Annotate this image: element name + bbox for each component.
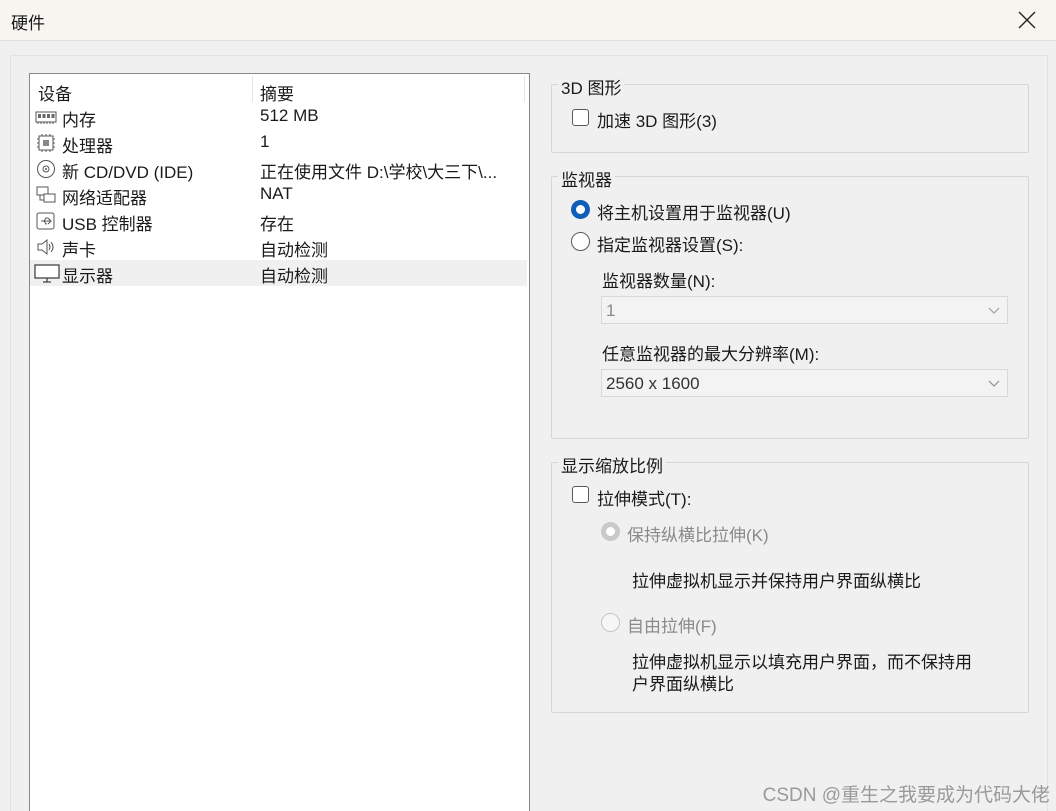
keep-aspect-label[interactable]: 保持纵横比拉伸(K) bbox=[627, 521, 769, 546]
device-row-processor[interactable]: 处理器 1 bbox=[30, 130, 527, 156]
device-summary: 自动检测 bbox=[260, 241, 328, 260]
close-button[interactable] bbox=[998, 0, 1056, 40]
processor-icon bbox=[37, 134, 55, 152]
stretch-mode-label[interactable]: 拉伸模式(T): bbox=[597, 485, 691, 510]
memory-icon bbox=[35, 111, 57, 124]
group-legend: 显示缩放比例 bbox=[558, 452, 666, 477]
speaker-icon bbox=[37, 238, 54, 256]
free-stretch-label[interactable]: 自由拉伸(F) bbox=[627, 612, 717, 637]
device-summary: 512 MB bbox=[260, 106, 319, 125]
device-list[interactable]: 设备 摘要 内存 512 MB 处理器 1 新 CD/DVD (IDE) 正在使… bbox=[29, 73, 530, 811]
monitor-count-value: 1 bbox=[606, 301, 616, 320]
group-legend: 3D 图形 bbox=[558, 74, 625, 99]
device-summary: 1 bbox=[260, 132, 270, 151]
device-name: 内存 bbox=[62, 111, 96, 130]
use-host-monitor-label[interactable]: 将主机设置用于监视器(U) bbox=[597, 199, 791, 224]
device-row-network-adapter[interactable]: 网络适配器 NAT bbox=[30, 182, 527, 208]
device-row-memory[interactable]: 内存 512 MB bbox=[30, 104, 527, 130]
max-resolution-value: 2560 x 1600 bbox=[606, 374, 700, 393]
accelerate-3d-checkbox[interactable] bbox=[572, 109, 589, 126]
close-icon bbox=[1018, 11, 1036, 29]
column-header-summary[interactable]: 摘要 bbox=[260, 80, 294, 105]
max-resolution-select[interactable]: 2560 x 1600 bbox=[601, 369, 1008, 397]
cd-dvd-icon bbox=[37, 160, 55, 178]
device-summary: 存在 bbox=[260, 215, 294, 234]
device-row-sound-card[interactable]: 声卡 自动检测 bbox=[30, 234, 527, 260]
title-bar: 硬件 bbox=[0, 0, 1056, 41]
column-divider[interactable] bbox=[524, 76, 525, 102]
device-name: 显示器 bbox=[62, 267, 113, 286]
watermark: CSDN @重生之我要成为代码大佬 bbox=[762, 785, 1050, 806]
device-name: 声卡 bbox=[62, 241, 96, 260]
device-list-header: 设备 摘要 bbox=[30, 74, 529, 104]
group-legend: 监视器 bbox=[558, 166, 615, 191]
free-stretch-radio[interactable] bbox=[601, 613, 620, 632]
device-row-usb[interactable]: USB 控制器 存在 bbox=[30, 208, 527, 234]
device-name: 处理器 bbox=[62, 137, 113, 156]
column-header-device[interactable]: 设备 bbox=[38, 80, 72, 105]
monitor-count-select[interactable]: 1 bbox=[601, 296, 1008, 324]
column-divider[interactable] bbox=[252, 76, 253, 102]
specify-monitor-label[interactable]: 指定监视器设置(S): bbox=[597, 231, 743, 256]
specify-monitor-radio[interactable] bbox=[571, 232, 590, 251]
device-row-display[interactable]: 显示器 自动检测 bbox=[30, 260, 527, 286]
device-summary: 自动检测 bbox=[260, 267, 328, 286]
use-host-monitor-radio[interactable] bbox=[571, 200, 590, 219]
device-summary: NAT bbox=[260, 184, 293, 203]
accelerate-3d-label[interactable]: 加速 3D 图形(3) bbox=[597, 107, 717, 132]
device-name: USB 控制器 bbox=[62, 215, 153, 234]
stretch-mode-checkbox[interactable] bbox=[572, 486, 589, 503]
monitor-count-label: 监视器数量(N): bbox=[602, 272, 716, 291]
network-adapter-icon bbox=[36, 186, 56, 203]
chevron-down-icon bbox=[988, 307, 1000, 314]
device-name: 网络适配器 bbox=[62, 189, 147, 208]
free-stretch-description-line2: 户界面纵横比 bbox=[632, 675, 734, 694]
device-name: 新 CD/DVD (IDE) bbox=[62, 163, 194, 182]
keep-aspect-description: 拉伸虚拟机显示并保持用户界面纵横比 bbox=[632, 572, 921, 591]
display-icon bbox=[34, 264, 60, 283]
chevron-down-icon bbox=[988, 380, 1000, 387]
max-resolution-label: 任意监视器的最大分辨率(M): bbox=[602, 345, 820, 364]
window-title: 硬件 bbox=[11, 14, 45, 33]
device-row-cd-dvd[interactable]: 新 CD/DVD (IDE) 正在使用文件 D:\学校\大三下\... bbox=[30, 156, 527, 182]
usb-icon bbox=[36, 212, 55, 230]
keep-aspect-radio[interactable] bbox=[601, 522, 620, 541]
device-summary: 正在使用文件 D:\学校\大三下\... bbox=[260, 163, 498, 182]
